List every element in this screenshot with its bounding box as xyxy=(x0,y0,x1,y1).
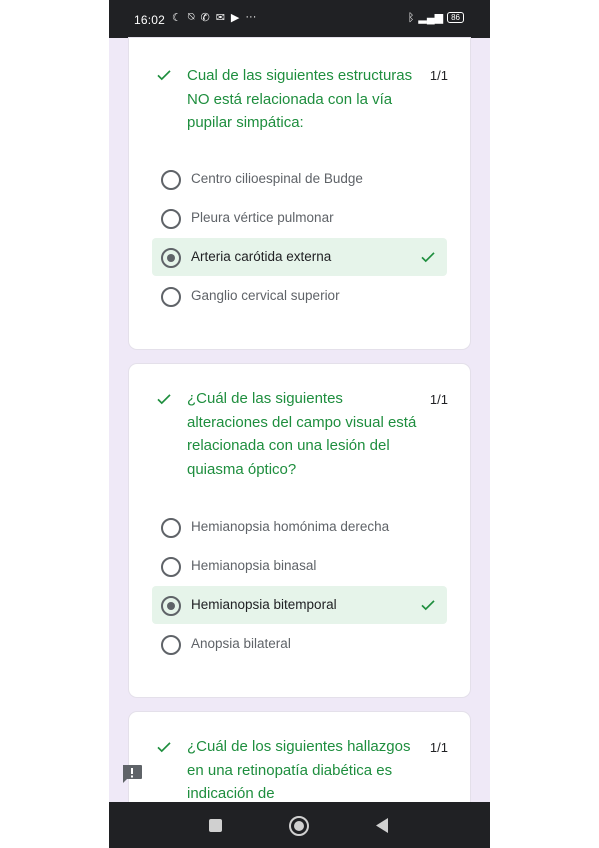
back-button-icon[interactable] xyxy=(374,817,390,834)
signal-icon: ▂▄▆ xyxy=(418,12,444,24)
option-label: Centro cilioespinal de Budge xyxy=(191,171,363,186)
notification-icons: ☾ ⍉ ✆ ✉ ▶ ··· xyxy=(172,11,256,24)
correct-check-icon xyxy=(157,742,171,753)
option-label: Anopsia bilateral xyxy=(191,636,291,651)
radio-button[interactable] xyxy=(161,518,181,538)
question-score: 1/1 xyxy=(429,392,448,407)
option-label: Hemianopsia bitemporal xyxy=(191,597,337,612)
question-card: ¿Cuál de las siguientes alteraciones del… xyxy=(129,364,470,697)
radio-dot xyxy=(167,602,175,610)
youtube-icon: ▶ xyxy=(230,12,240,24)
question-score: 1/1 xyxy=(429,740,448,755)
answer-option[interactable]: Ganglio cervical superior xyxy=(152,277,447,315)
status-time: 16:02 xyxy=(134,13,166,27)
answer-option[interactable]: Anopsia bilateral xyxy=(152,625,447,663)
mute-icon: ⍉ xyxy=(187,11,195,23)
correct-answer-check-icon xyxy=(421,600,435,611)
chat-icon: ✉ xyxy=(215,12,225,24)
option-label: Arteria carótida externa xyxy=(191,249,332,264)
system-icons: ᛒ ▂▄▆ 86 xyxy=(408,11,464,24)
moon-icon: ☾ xyxy=(172,12,182,24)
option-label: Pleura vértice pulmonar xyxy=(191,210,334,225)
home-button-icon[interactable] xyxy=(288,815,310,837)
radio-button[interactable] xyxy=(161,557,181,577)
answer-option[interactable]: Pleura vértice pulmonar xyxy=(152,199,447,237)
bluetooth-icon: ᛒ xyxy=(407,11,415,24)
answer-option[interactable]: Centro cilioespinal de Budge xyxy=(152,160,447,198)
answer-option[interactable]: Hemianopsia binasal xyxy=(152,547,447,585)
phone-screen: 16:02 ☾ ⍉ ✆ ✉ ▶ ··· ᛒ ▂▄▆ 86 Cual de las… xyxy=(109,0,490,848)
answer-option-selected[interactable]: Arteria carótida externa xyxy=(152,238,447,276)
option-label: Hemianopsia homónima derecha xyxy=(191,519,390,534)
correct-answer-check-icon xyxy=(421,252,435,263)
answer-option[interactable]: Hemianopsia homónima derecha xyxy=(152,508,447,546)
question-text: Cual de las siguientes estructuras NO es… xyxy=(187,67,413,131)
radio-button[interactable] xyxy=(161,209,181,229)
feedback-icon[interactable] xyxy=(121,764,143,784)
radio-button[interactable] xyxy=(161,287,181,307)
status-bar: 16:02 ☾ ⍉ ✆ ✉ ▶ ··· ᛒ ▂▄▆ 86 xyxy=(109,0,490,38)
answer-option-selected[interactable]: Hemianopsia bitemporal xyxy=(152,586,447,624)
question-text: ¿Cuál de las siguientes alteraciones del… xyxy=(187,390,417,478)
correct-check-icon xyxy=(157,394,171,405)
battery-indicator: 86 xyxy=(447,12,464,23)
radio-button-checked[interactable] xyxy=(161,248,181,268)
whatsapp-icon: ✆ xyxy=(200,12,210,24)
radio-dot xyxy=(167,254,175,262)
radio-button[interactable] xyxy=(161,170,181,190)
option-label: Ganglio cervical superior xyxy=(191,288,340,303)
recents-button-icon[interactable] xyxy=(208,818,223,833)
overflow-indicator: ··· xyxy=(245,11,257,23)
question-card: Cual de las siguientes estructuras NO es… xyxy=(129,38,470,349)
radio-button-checked[interactable] xyxy=(161,596,181,616)
correct-check-icon xyxy=(157,70,171,81)
question-text: ¿Cuál de los siguientes hallazgos en una… xyxy=(187,738,411,802)
radio-button[interactable] xyxy=(161,635,181,655)
question-score: 1/1 xyxy=(429,68,448,83)
navigation-bar xyxy=(109,802,490,848)
option-label: Hemianopsia binasal xyxy=(191,558,317,573)
